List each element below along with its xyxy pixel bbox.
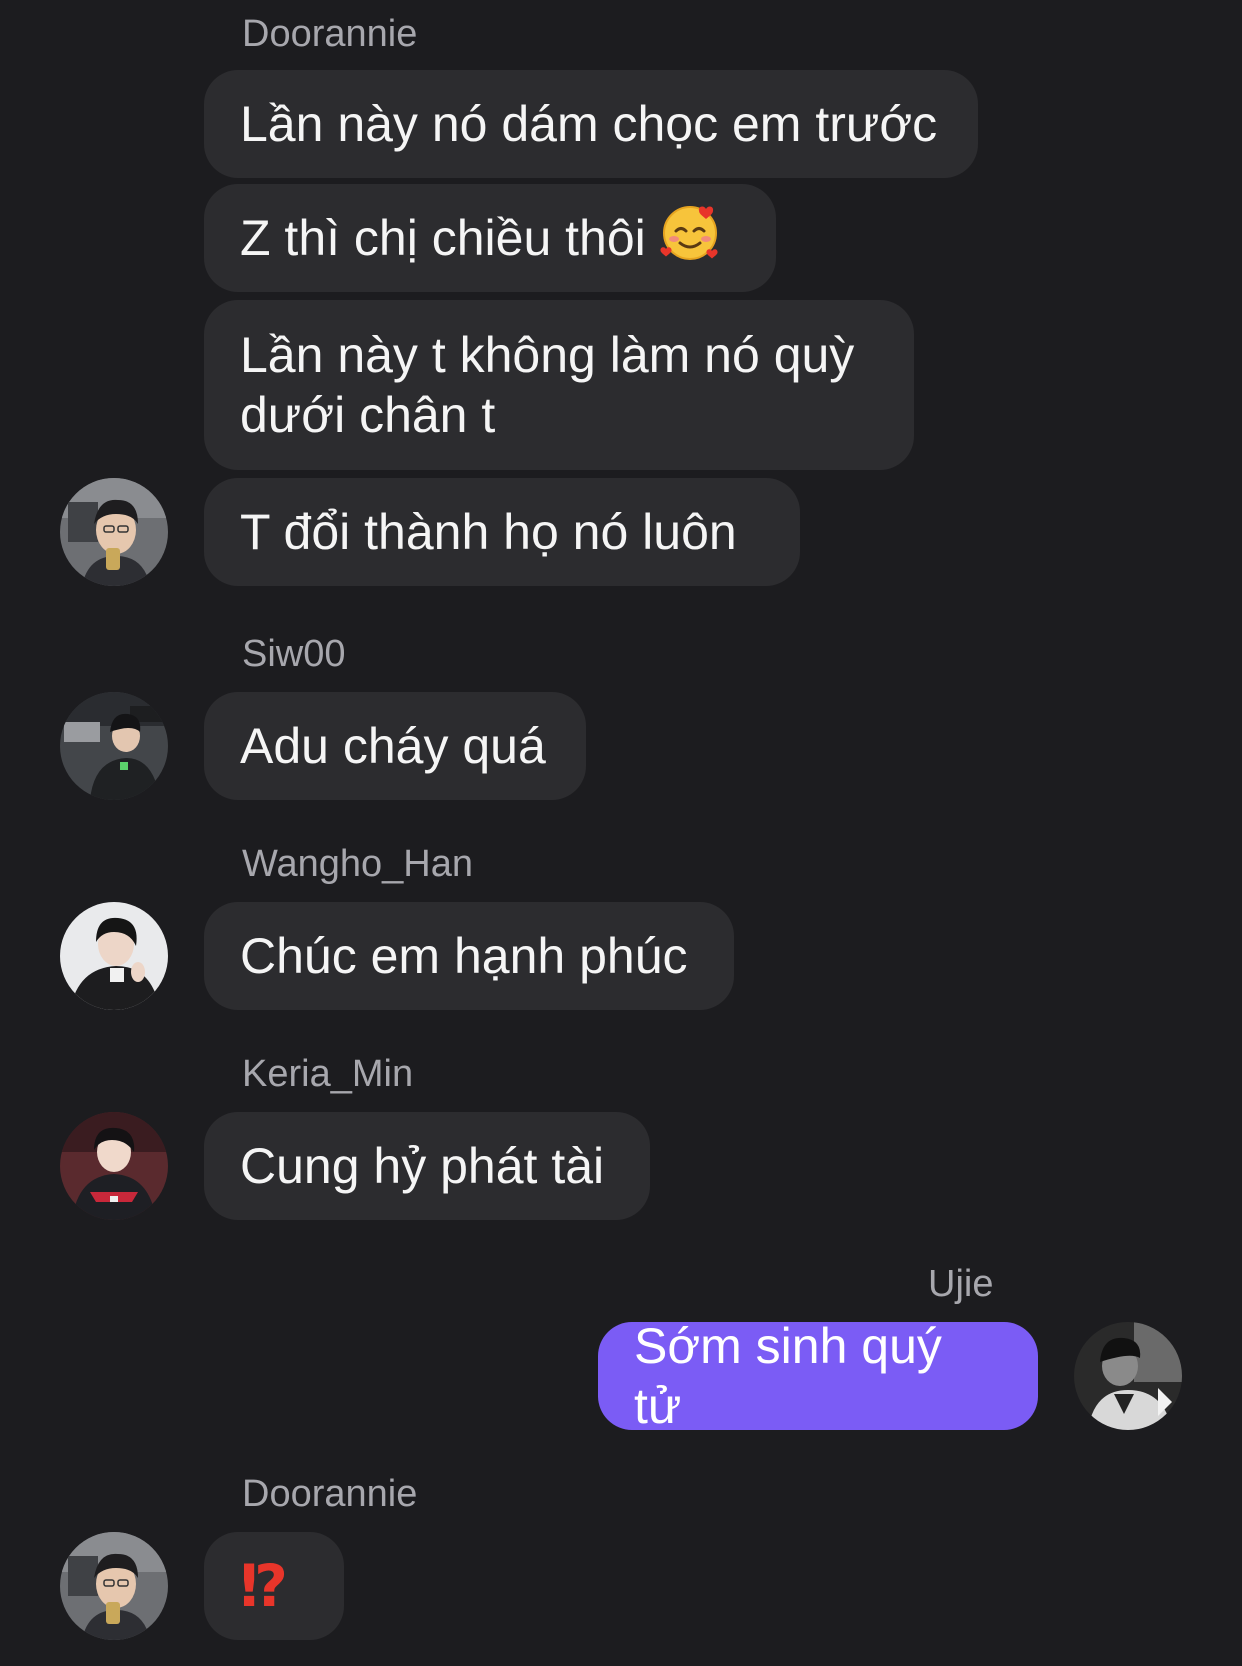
message-bubble[interactable]: Lần này nó dám chọc em trước [204, 70, 978, 178]
sender-name-doorannie: Doorannie [242, 1473, 418, 1515]
message-bubble[interactable]: ⁉ [204, 1532, 344, 1640]
message-text: Chúc em hạnh phúc [240, 928, 688, 984]
avatar-siw00[interactable] [60, 692, 168, 800]
message-bubble[interactable]: Lần này t không làm nó quỳ dưới chân t [204, 300, 914, 470]
message-text: Lần này nó dám chọc em trước [240, 96, 938, 152]
message-bubble[interactable]: Chúc em hạnh phúc [204, 902, 734, 1010]
message-text: Adu cháy quá [240, 718, 546, 774]
avatar-doorannie[interactable] [60, 478, 168, 586]
message-bubble[interactable]: T đổi thành họ nó luôn [204, 478, 800, 586]
message-bubble[interactable]: Cung hỷ phát tài [204, 1112, 650, 1220]
message-bubble[interactable]: Adu cháy quá [204, 692, 586, 800]
avatar-keria-min[interactable] [60, 1112, 168, 1220]
sender-name-keria-min: Keria_Min [242, 1053, 414, 1095]
avatar-ujie[interactable] [1074, 1322, 1182, 1430]
message-text: T đổi thành họ nó luôn [240, 504, 737, 560]
message-text: Lần này t không làm nó quỳ dưới chân t [240, 327, 855, 443]
message-text: Cung hỷ phát tài [240, 1138, 605, 1194]
message-text: Z thì chị chiều thôi [240, 210, 646, 266]
avatar-wangho-han[interactable] [60, 902, 168, 1010]
message-bubble[interactable]: Z thì chị chiều thôi [204, 184, 776, 292]
interrobang-icon: ⁉ [240, 1552, 288, 1620]
sender-name-wangho-han: Wangho_Han [242, 843, 473, 885]
avatar-doorannie[interactable] [60, 1532, 168, 1640]
sender-name-ujie: Ujie [928, 1263, 994, 1305]
message-text: Sớm sinh quý tử [634, 1318, 956, 1434]
own-message-bubble[interactable]: Sớm sinh quý tử [598, 1318, 1038, 1434]
sender-name-doorannie: Doorannie [242, 13, 418, 55]
smiling-face-with-hearts-icon [660, 201, 722, 276]
sender-name-siw00: Siw00 [242, 633, 346, 675]
